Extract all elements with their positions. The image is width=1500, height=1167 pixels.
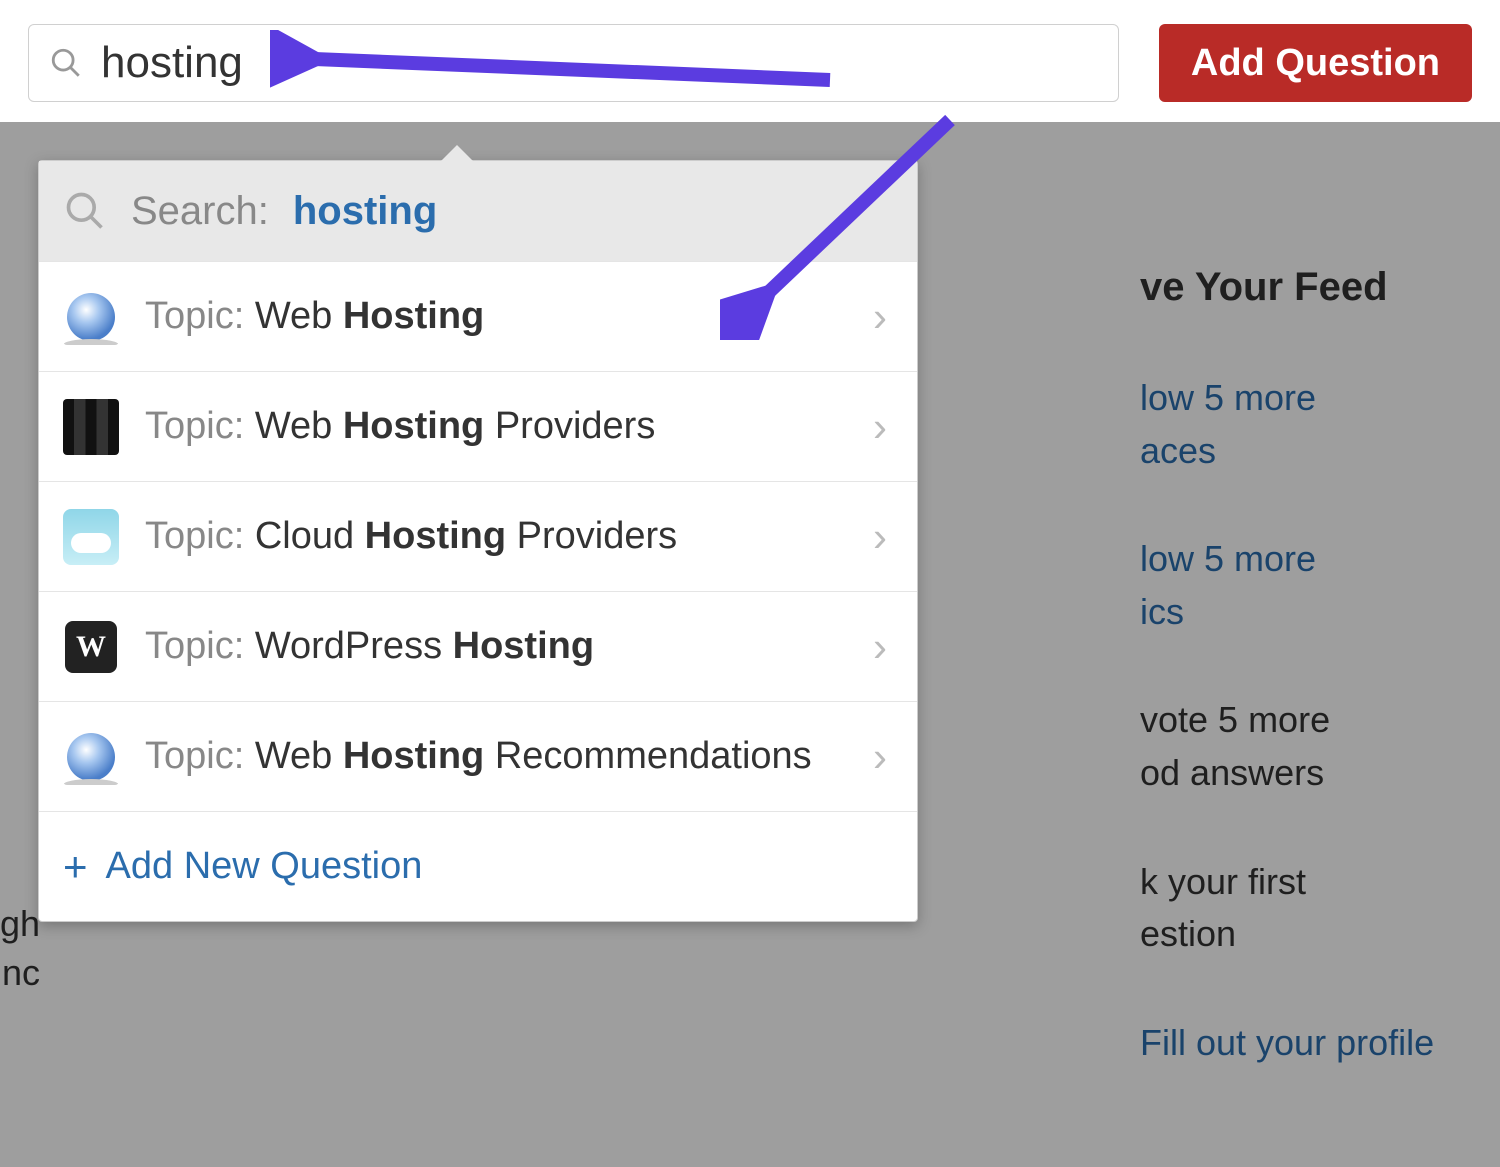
globe-icon [63,289,119,345]
search-prefix-label: Search: [131,189,269,234]
suggestion-label: Topic: WordPress Hosting [145,625,847,668]
chevron-right-icon: › [873,403,893,451]
add-question-button[interactable]: Add Question [1159,24,1472,102]
wordpress-icon: W [63,619,119,675]
globe-icon [63,729,119,785]
search-term: hosting [293,189,437,234]
add-new-question-label: Add New Question [106,845,423,888]
cloud-icon [63,509,119,565]
top-bar: Add Question [0,0,1500,122]
add-new-question-link[interactable]: + Add New Question [39,811,917,921]
search-input[interactable] [101,38,1098,88]
plus-icon: + [63,843,88,891]
search-suggestion-search-row[interactable]: Search: hosting [39,161,917,261]
search-box[interactable] [28,24,1119,102]
chevron-right-icon: › [873,733,893,781]
suggestion-topic-web-hosting[interactable]: Topic: Web Hosting › [39,261,917,371]
suggestion-label: Topic: Web Hosting Recommendations [145,735,847,778]
suggestion-topic-wordpress-hosting[interactable]: W Topic: WordPress Hosting › [39,591,917,701]
servers-icon [63,399,119,455]
suggestion-label: Topic: Web Hosting [145,295,847,338]
search-icon [63,189,107,233]
suggestion-topic-cloud-hosting-providers[interactable]: Topic: Cloud Hosting Providers › [39,481,917,591]
search-icon [49,46,83,80]
chevron-right-icon: › [873,513,893,561]
chevron-right-icon: › [873,293,893,341]
search-suggestions-dropdown: Search: hosting Topic: Web Hosting › Top… [38,160,918,922]
suggestion-label: Topic: Web Hosting Providers [145,405,847,448]
suggestion-topic-web-hosting-recommendations[interactable]: Topic: Web Hosting Recommendations › [39,701,917,811]
suggestion-topic-web-hosting-providers[interactable]: Topic: Web Hosting Providers › [39,371,917,481]
chevron-right-icon: › [873,623,893,671]
suggestion-label: Topic: Cloud Hosting Providers [145,515,847,558]
